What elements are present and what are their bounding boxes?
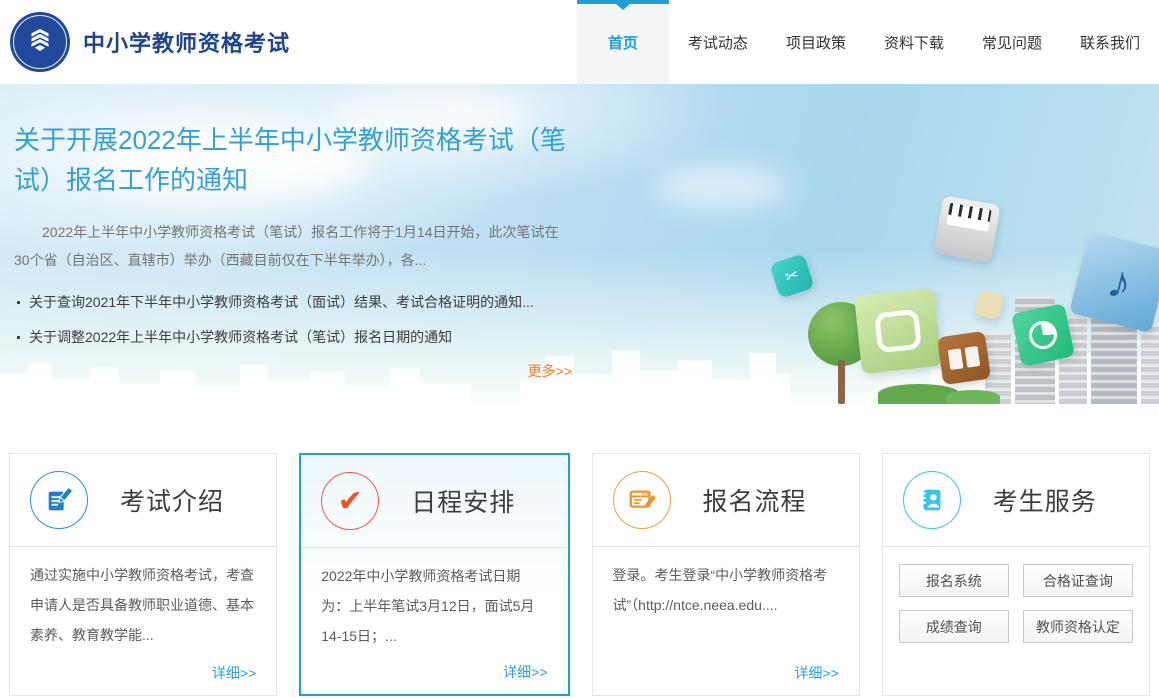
building <box>1141 324 1159 404</box>
card-head: 考生服务 <box>883 454 1149 546</box>
bush-decoration <box>946 390 1000 404</box>
news-list: 关于查询2021年下半年中小学教师资格考试（面试）结果、考试合格证明的通知...… <box>14 291 572 348</box>
exam-intro-icon <box>30 471 88 529</box>
card-schedule: ✔ 日程安排 2022年中小学教师资格考试日期为：上半年笔试3月12日，面试5月… <box>299 453 569 696</box>
notice-title-link[interactable]: 关于开展2022年上半年中小学教师资格考试（笔试）报名工作的通知 <box>14 120 572 200</box>
signup-system-button[interactable]: 报名系统 <box>899 564 1009 597</box>
detail-link[interactable]: 详细>> <box>212 663 256 683</box>
nav-item-downloads[interactable]: 资料下载 <box>865 0 963 84</box>
card-candidate-services: 考生服务 报名系统 合格证查询 成绩查询 教师资格认定 <box>882 453 1150 696</box>
bullet-dot <box>17 336 20 339</box>
book-logo-icon <box>23 23 57 62</box>
detail-link[interactable]: 详细>> <box>794 663 838 683</box>
hero-text-block: 关于开展2022年上半年中小学教师资格考试（笔试）报名工作的通知 2022年上半… <box>14 120 572 381</box>
card-exam-intro: 考试介绍 通过实施中小学教师资格考试，考查申请人是否具备教师职业道德、基本素养、… <box>9 453 277 696</box>
teacher-accreditation-button[interactable]: 教师资格认定 <box>1023 610 1133 643</box>
service-buttons: 报名系统 合格证查询 成绩查询 教师资格认定 <box>899 564 1133 643</box>
more-link[interactable]: 更多>> <box>14 361 572 381</box>
card-divider <box>883 546 1149 547</box>
card-body-text: 通过实施中小学教师资格考试，考查申请人是否具备教师职业道德、基本素养、教育教学能… <box>10 547 276 650</box>
dice-pip <box>965 346 981 368</box>
news-link[interactable]: 关于调整2022年上半年中小学教师资格考试（笔试）报名日期的通知 <box>14 326 572 348</box>
feature-cards: 考试介绍 通过实施中小学教师资格考试，考查申请人是否具备教师职业道德、基本素养、… <box>0 453 1159 696</box>
header: 中小学教师资格考试 首页 考试动态 项目政策 资料下载 常见问题 联系我们 <box>0 0 1159 84</box>
piano-keys <box>947 203 992 232</box>
page: 中小学教师资格考试 首页 考试动态 项目政策 资料下载 常见问题 联系我们 <box>0 0 1159 698</box>
pie-chart-cube-icon <box>1011 303 1075 367</box>
main-nav: 首页 考试动态 项目政策 资料下载 常见问题 联系我们 <box>577 0 1159 84</box>
nav-item-contact[interactable]: 联系我们 <box>1061 0 1159 84</box>
tree-trunk <box>838 360 845 404</box>
bullet-dot <box>17 301 20 304</box>
site-logo[interactable] <box>10 12 70 72</box>
detail-link[interactable]: 详细>> <box>503 662 547 682</box>
card-head: ✔ 日程安排 <box>301 455 567 547</box>
card-title: 报名流程 <box>703 482 807 518</box>
certificate-query-button[interactable]: 合格证查询 <box>1023 564 1133 597</box>
candidate-services-icon <box>903 471 961 529</box>
speech-bubble-cube-icon <box>854 288 942 374</box>
card-title: 日程安排 <box>411 483 515 519</box>
nav-item-exam-news[interactable]: 考试动态 <box>669 0 767 84</box>
schedule-check-icon: ✔ <box>321 472 379 530</box>
card-head: 报名流程 <box>593 454 859 546</box>
music-note-glyph: ♪ <box>1102 253 1137 311</box>
speech-bubble <box>874 308 923 353</box>
cloud-decoration <box>655 166 790 208</box>
nav-item-home[interactable]: 首页 <box>577 0 669 84</box>
notice-excerpt: 2022年上半年中小学教师资格考试（笔试）报名工作将于1月14日开始，此次笔试在… <box>14 218 572 274</box>
card-head: 考试介绍 <box>10 454 276 546</box>
dice-pips <box>948 346 980 370</box>
news-link[interactable]: 关于查询2021年下半年中小学教师资格考试（面试）结果、考试合格证明的通知... <box>14 291 572 313</box>
nav-item-policies[interactable]: 项目政策 <box>767 0 865 84</box>
signup-flow-icon <box>613 471 671 529</box>
dice-cube-icon <box>937 331 991 385</box>
news-link-label: 关于查询2021年下半年中小学教师资格考试（面试）结果、考试合格证明的通知... <box>29 291 534 313</box>
score-query-button[interactable]: 成绩查询 <box>899 610 1009 643</box>
nav-item-faq[interactable]: 常见问题 <box>963 0 1061 84</box>
dice-pip <box>948 348 964 370</box>
site-title: 中小学教师资格考试 <box>83 26 290 58</box>
card-body-text: 2022年中小学教师资格考试日期为：上半年笔试3月12日，面试5月14-15日；… <box>301 548 567 651</box>
checkmark-glyph: ✔ <box>338 484 363 519</box>
piano-cube-icon <box>933 195 1000 262</box>
scissors-glyph: ✂ <box>783 264 802 287</box>
scissors-cube-icon: ✂ <box>769 253 814 298</box>
card-title: 考试介绍 <box>120 482 224 518</box>
pie-chart <box>1026 318 1059 351</box>
news-link-label: 关于调整2022年上半年中小学教师资格考试（笔试）报名日期的通知 <box>29 326 452 348</box>
card-signup-flow: 报名流程 登录。考生登录“中小学教师资格考试”（http://ntce.neea… <box>592 453 860 696</box>
card-body-text: 登录。考生登录“中小学教师资格考试”（http://ntce.neea.edu.… <box>593 547 859 620</box>
hero-banner: ✂ ♪ 关于开展2022年上半年中小学教师资格考试（笔试）报名工作的通知 202… <box>0 84 1159 404</box>
card-title: 考生服务 <box>993 482 1097 518</box>
